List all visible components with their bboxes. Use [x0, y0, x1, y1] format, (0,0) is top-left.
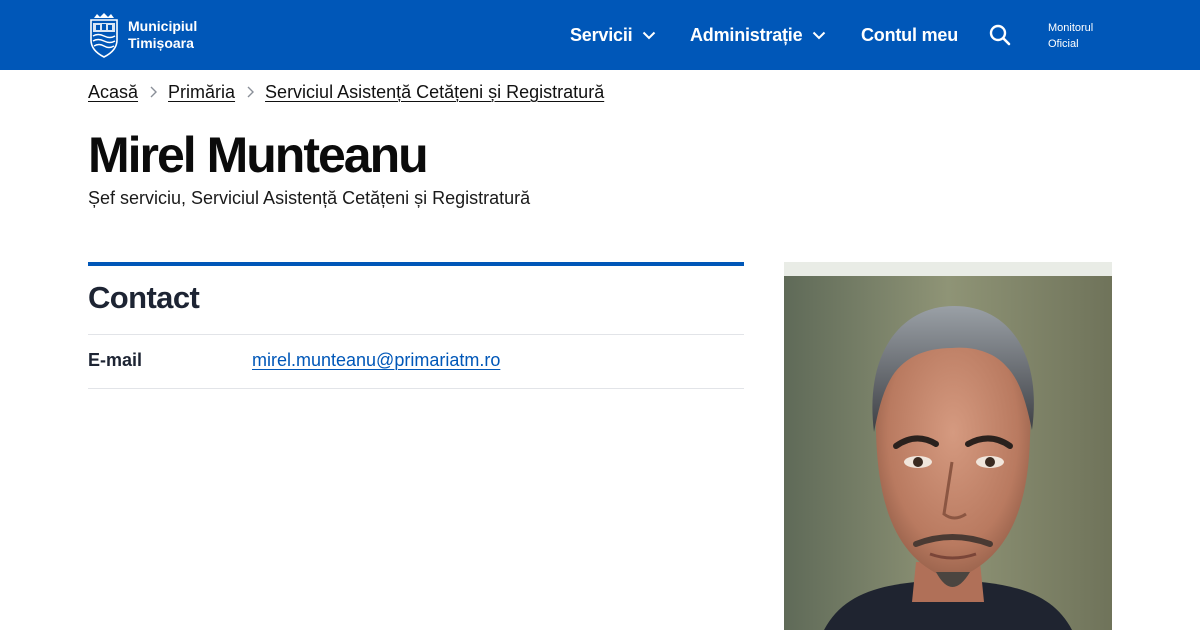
nav-contul-meu-label: Contul meu	[861, 24, 958, 45]
monitor-line-2: Oficial	[1048, 38, 1079, 50]
breadcrumb-primaria[interactable]: Primăria	[168, 82, 235, 103]
contact-row-email: E-mail mirel.munteanu@primariatm.ro	[88, 334, 744, 389]
contact-card: Contact E-mail mirel.munteanu@primariatm…	[88, 262, 744, 389]
breadcrumb-serviciu[interactable]: Serviciul Asistență Cetățeni și Registra…	[265, 82, 604, 103]
monitor-line-1: Monitorul	[1048, 22, 1094, 34]
contact-heading: Contact	[88, 280, 200, 315]
brand-home-link[interactable]: Municipiul Timișoara	[88, 11, 197, 59]
nav-servicii[interactable]: Servicii	[570, 0, 656, 70]
chevron-down-icon	[813, 31, 826, 39]
search-icon[interactable]	[988, 23, 1012, 47]
chevron-down-icon	[643, 31, 656, 39]
chevron-right-icon	[150, 86, 158, 98]
portrait-photo	[784, 262, 1112, 630]
nav-contul-meu[interactable]: Contul meu	[861, 0, 958, 70]
breadcrumb-home[interactable]: Acasă	[88, 82, 138, 103]
brand-line-2: Timișoara	[128, 35, 194, 51]
nav-servicii-label: Servicii	[570, 24, 633, 45]
monitorul-oficial-link[interactable]: Monitorul Oficial	[1048, 20, 1093, 52]
email-label: E-mail	[88, 350, 143, 370]
nav-administratie[interactable]: Administrație	[690, 0, 826, 70]
person-role: Șef serviciu, Serviciul Asistență Cetățe…	[88, 188, 531, 208]
breadcrumb: Acasă Primăria Serviciul Asistență Cetăț…	[88, 80, 604, 104]
chevron-right-icon	[247, 86, 255, 98]
city-crest-icon	[90, 13, 118, 58]
top-navigation-bar: Municipiul Timișoara Servicii Administra…	[0, 0, 1200, 70]
nav-administratie-label: Administrație	[690, 24, 803, 45]
email-link[interactable]: mirel.munteanu@primariatm.ro	[252, 350, 500, 371]
brand-name: Municipiul Timișoara	[128, 18, 197, 52]
brand-line-1: Municipiul	[128, 18, 198, 34]
page-title: Mirel Munteanu	[88, 127, 429, 183]
